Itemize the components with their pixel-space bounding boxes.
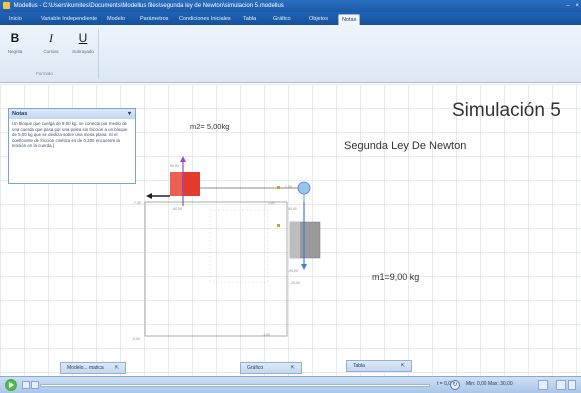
model-window-dock[interactable]: Modelo... matica ⇱ bbox=[60, 362, 126, 374]
range-readout: Min: 0,00 Max: 30,00 bbox=[466, 381, 513, 387]
bold-button[interactable]: B Negrita bbox=[4, 31, 26, 54]
tab-condiciones-iniciales[interactable]: Condiciones Iniciales bbox=[176, 14, 234, 25]
weight-arrowhead bbox=[301, 264, 307, 270]
italic-label: Cursiva bbox=[43, 49, 59, 54]
tab-tabla[interactable]: Tabla bbox=[240, 14, 259, 25]
readout-m1-top: 40,00 bbox=[288, 207, 297, 211]
play-button[interactable] bbox=[5, 379, 17, 391]
block-m1-anchor bbox=[277, 224, 280, 227]
app-icon bbox=[3, 1, 10, 9]
playback-status-bar: t = 0,00 ↻ Min: 0,00 Max: 30,00 bbox=[0, 376, 581, 393]
simulation-title: Simulación 5 bbox=[452, 100, 561, 121]
notes-panel-header[interactable]: Notas ▾ bbox=[9, 109, 135, 119]
ribbon-group-divider bbox=[98, 29, 99, 79]
refresh-icon[interactable]: ↻ bbox=[450, 380, 460, 390]
notes-panel-title: Notas bbox=[12, 111, 28, 117]
ribbon-group-label: Formato bbox=[36, 71, 53, 76]
zoom-button[interactable] bbox=[556, 380, 566, 390]
table-window-label: Tabla bbox=[353, 363, 365, 369]
pulley-anchor bbox=[277, 186, 280, 189]
minimize-button[interactable]: – bbox=[566, 3, 569, 9]
tab-objetos[interactable]: Objetos bbox=[306, 14, 331, 25]
block-m2-highlight bbox=[170, 172, 182, 196]
underline-button[interactable]: U Subrayado bbox=[72, 31, 94, 54]
restore-icon[interactable]: ⇱ bbox=[401, 361, 405, 371]
underline-label: Subrayado bbox=[72, 49, 94, 54]
tab-modelo[interactable]: Modelo bbox=[104, 14, 128, 25]
expand-button[interactable] bbox=[568, 380, 576, 390]
readout-m1-bottom: -90,00 bbox=[288, 269, 298, 273]
readout-pulley: 1,00 bbox=[285, 185, 292, 189]
table-rectangle bbox=[144, 201, 288, 337]
ribbon: B Negrita I Cursiva U Subrayado Formato bbox=[0, 25, 581, 83]
restore-icon[interactable]: ⇱ bbox=[291, 363, 295, 373]
italic-button[interactable]: I Cursiva bbox=[40, 31, 62, 54]
menu-tab-bar: Inicio Variable Independiente Modelo Par… bbox=[0, 12, 581, 25]
readout-table-corner-br: -1,00 bbox=[262, 333, 270, 337]
tab-notas[interactable]: Notas bbox=[338, 14, 361, 25]
step-forward-button[interactable] bbox=[31, 381, 39, 389]
bold-label: Negrita bbox=[7, 49, 23, 54]
tab-grafico[interactable]: Gráfico bbox=[270, 14, 294, 25]
restore-icon[interactable]: ⇱ bbox=[115, 363, 119, 373]
close-button[interactable]: × bbox=[575, 3, 579, 9]
pulley bbox=[297, 181, 311, 195]
window-controls: – × bbox=[562, 0, 579, 12]
time-slider[interactable] bbox=[40, 384, 430, 387]
friction-arrowhead bbox=[146, 193, 152, 199]
guide-rectangle bbox=[209, 209, 269, 283]
readout-table-corner-tl: -7,00 bbox=[133, 201, 141, 205]
window-title: Modellus - C:\Users\kumites\Documents\Mo… bbox=[13, 3, 284, 9]
title-bar: Modellus - C:\Users\kumites\Documents\Mo… bbox=[0, 0, 581, 12]
tab-variable-independiente[interactable]: Variable Independiente bbox=[38, 14, 100, 25]
simulation-canvas[interactable]: -7,00 1,00 -9,00 -1,00 90,00 -90,00 1,00… bbox=[0, 84, 581, 376]
model-window-label: Modelo... matica bbox=[67, 365, 104, 371]
readout-m1-position: -24,00 bbox=[290, 281, 300, 285]
notes-panel[interactable]: Notas ▾ Un bloque que cuelga de 9,00 kg,… bbox=[8, 108, 136, 184]
simulation-subtitle: Segunda Ley De Newton bbox=[344, 140, 467, 152]
tab-parametros[interactable]: Parámetros bbox=[137, 14, 171, 25]
graph-window-dock[interactable]: Gráfico ⇱ bbox=[240, 362, 302, 374]
block-m1-highlight bbox=[290, 222, 300, 258]
settings-button[interactable] bbox=[538, 380, 548, 390]
readout-table-corner-bl: -9,00 bbox=[132, 337, 140, 341]
m1-mass-label: m1=9,00 kg bbox=[372, 272, 420, 282]
tab-inicio[interactable]: Inicio bbox=[6, 14, 25, 25]
italic-icon: I bbox=[49, 31, 53, 45]
normal-force-arrowhead bbox=[180, 156, 186, 162]
bold-icon: B bbox=[10, 31, 20, 45]
m2-mass-label: m2= 5,00kg bbox=[190, 122, 230, 131]
underline-icon: U bbox=[78, 31, 88, 45]
chevron-down-icon[interactable]: ▾ bbox=[128, 109, 131, 119]
step-back-button[interactable] bbox=[22, 381, 30, 389]
notes-text[interactable]: Un bloque que cuelga de 9,00 kg, se cone… bbox=[9, 119, 135, 151]
readout-m2-bottom: -90,00 bbox=[172, 207, 182, 211]
table-window-dock[interactable]: Tabla ⇱ bbox=[346, 360, 412, 372]
readout-m2-top: 90,00 bbox=[170, 164, 179, 168]
graph-window-label: Gráfico bbox=[247, 365, 264, 371]
readout-table-corner-tr: 1,00 bbox=[268, 201, 275, 205]
